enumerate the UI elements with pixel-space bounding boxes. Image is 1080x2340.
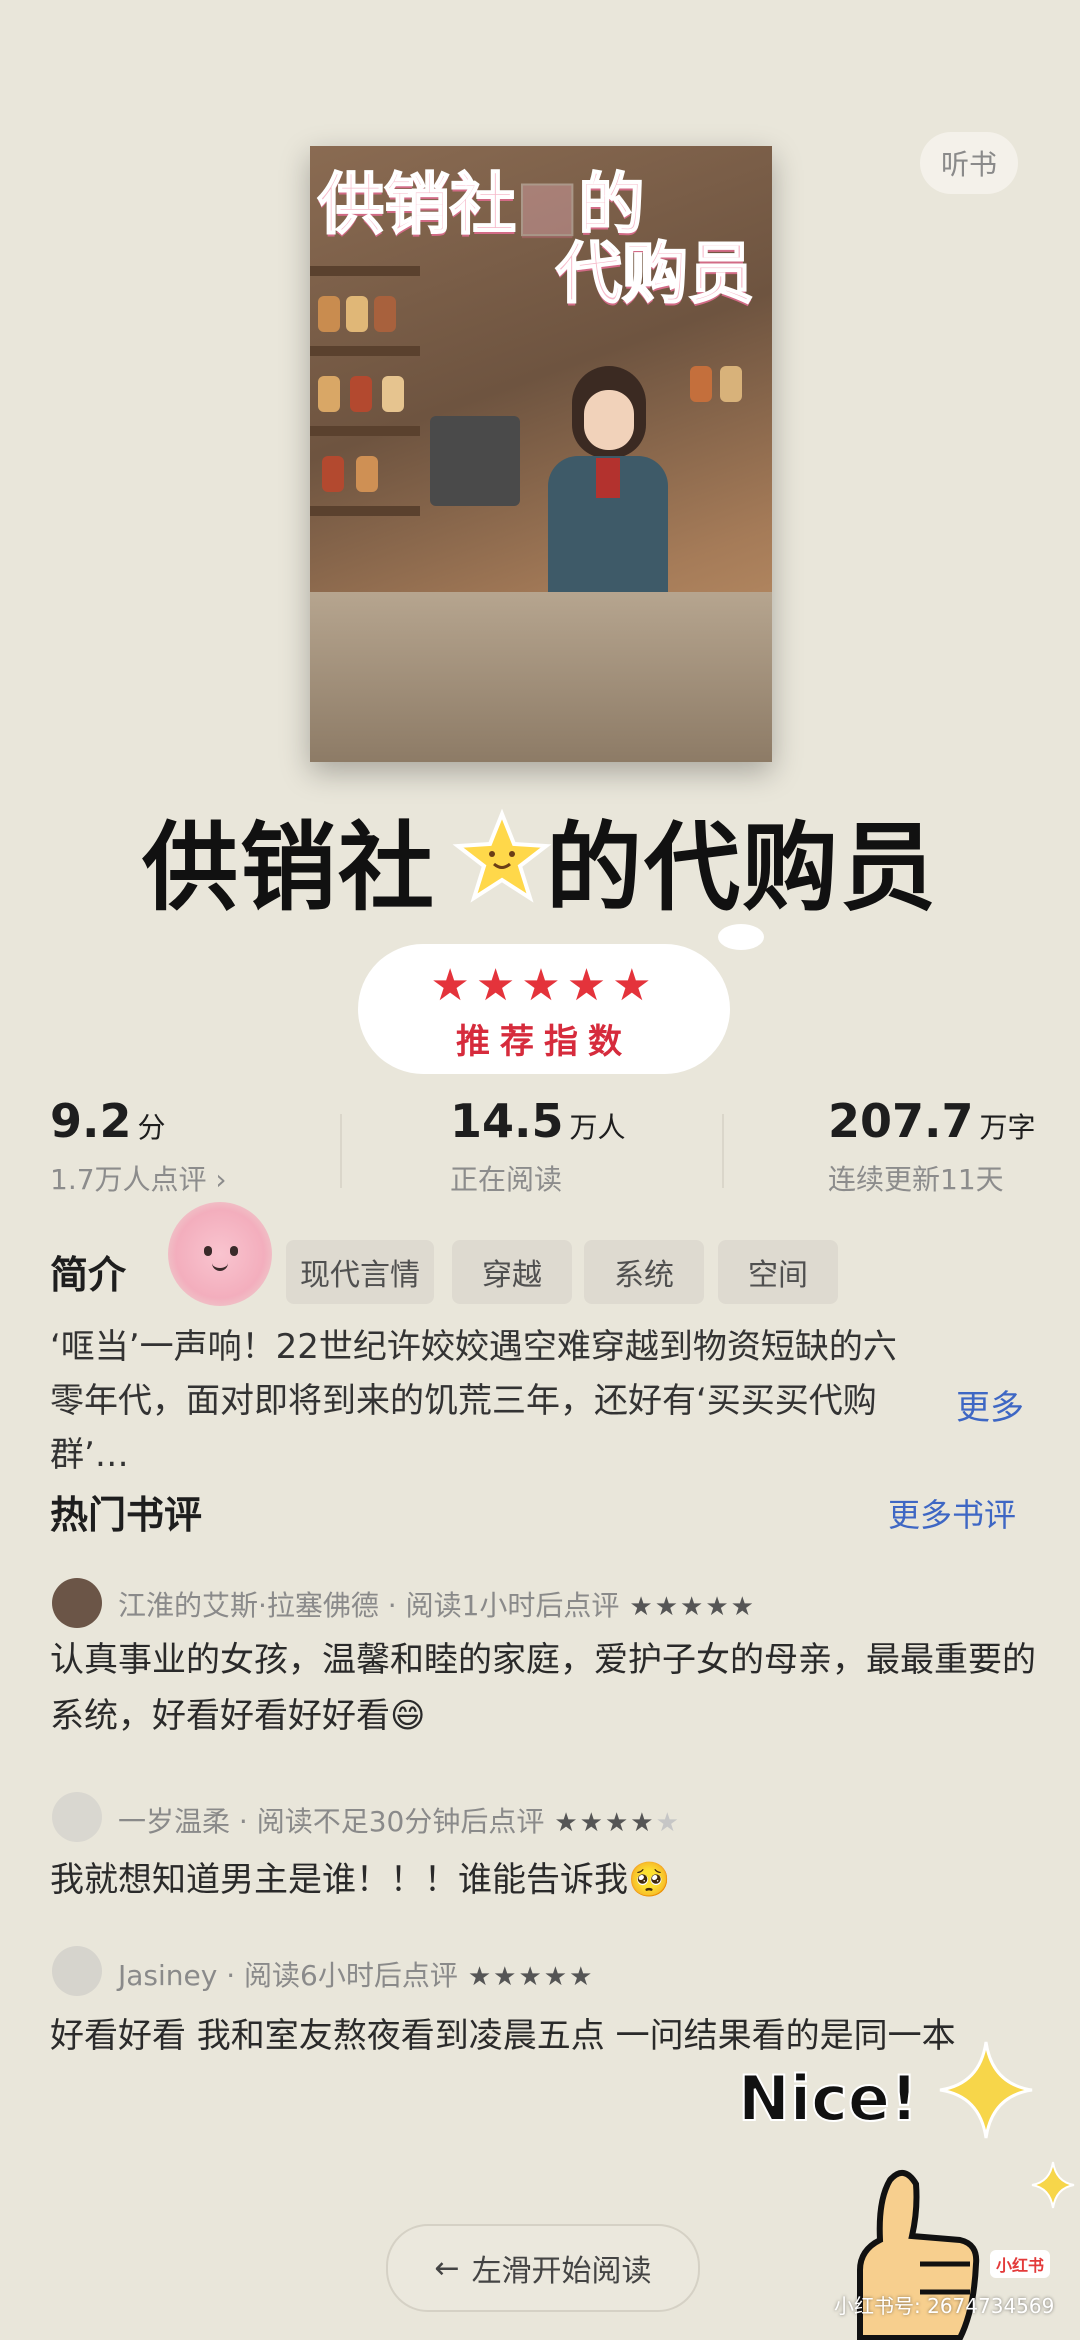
review-text[interactable]: 认真事业的女孩，温馨和睦的家庭，爱护子女的母亲，最最重要的系统，好看好看好好看😄 xyxy=(50,1632,1040,1744)
stat-words: 207.7 万字 连续更新11天 xyxy=(828,1094,1036,1196)
review-meta: 一岁温柔 · 阅读不足30分钟后点评 xyxy=(118,1805,545,1838)
arrow-left-icon: ← xyxy=(434,2250,460,2286)
rating-value: 9.2 xyxy=(50,1094,132,1148)
tag-time-travel[interactable]: 穿越 xyxy=(452,1240,572,1304)
review-header: 江淮的艾斯·拉塞佛德 · 阅读1小时后点评 ★★★★★ xyxy=(118,1584,756,1624)
review-text[interactable]: 好看好看 我和室友熬夜看到凌晨五点 一问结果看的是同一本 xyxy=(50,2008,1040,2064)
blush-face-sticker-icon xyxy=(168,1202,272,1306)
words-value: 207.7 xyxy=(828,1094,974,1148)
start-reading-button[interactable]: ← 左滑开始阅读 xyxy=(386,2224,700,2312)
recommend-label: 推荐指数 xyxy=(456,1022,632,1062)
synopsis-more-link[interactable]: 更多 xyxy=(956,1380,1024,1429)
synopsis-text: ‘哐当’一声响！22世纪许姣姣遇空难穿越到物资短缺的六零年代，面对即将到来的饥荒… xyxy=(50,1327,897,1475)
review-text[interactable]: 我就想知道男主是谁！！！谁能告诉我🥺 xyxy=(50,1852,1040,1908)
tag-space[interactable]: 空间 xyxy=(718,1240,838,1304)
review-meta: 江淮的艾斯·拉塞佛德 · 阅读1小时后点评 xyxy=(118,1589,620,1622)
divider xyxy=(340,1114,342,1188)
watermark: 小红书号: 2674734569 xyxy=(834,2294,1055,2318)
review-stars: ★★★★★ xyxy=(554,1808,681,1838)
recommend-stars: ★★★★★ xyxy=(430,960,658,1011)
review-stars: ★★★★★ xyxy=(467,1962,595,1992)
rating-count-link[interactable]: 1.7万人点评 › xyxy=(50,1158,227,1198)
more-reviews-link[interactable]: 更多书评 xyxy=(888,1490,1016,1536)
recommend-badge: ★★★★★ 推荐指数 xyxy=(364,950,724,1068)
decor-bubble xyxy=(718,924,764,950)
avatar[interactable] xyxy=(52,1578,102,1628)
sparkle-icon xyxy=(1031,2161,1075,2209)
listen-button[interactable]: 听书 xyxy=(920,132,1018,194)
review-meta: Jasiney · 阅读6小时后点评 xyxy=(118,1959,458,1992)
avatar[interactable] xyxy=(52,1946,102,1996)
book-cover[interactable]: 供销社■的 代购员 xyxy=(310,146,772,762)
review-header: Jasiney · 阅读6小时后点评 ★★★★★ xyxy=(118,1954,594,1994)
nice-sticker: Nice! xyxy=(737,2061,919,2136)
stat-rating[interactable]: 9.2 分 1.7万人点评 › xyxy=(50,1094,227,1198)
intro-title: 简介 xyxy=(50,1253,127,1297)
avatar[interactable] xyxy=(52,1792,102,1842)
review-stars: ★★★★★ xyxy=(629,1592,756,1622)
reviews-title: 热门书评 xyxy=(50,1493,203,1537)
xiaohongshu-logo: 小红书 xyxy=(990,2250,1050,2278)
star-sticker-icon xyxy=(452,808,552,903)
reading-value: 14.5 xyxy=(450,1094,564,1148)
divider xyxy=(722,1114,724,1188)
tag-system[interactable]: 系统 xyxy=(584,1240,704,1304)
sparkle-icon xyxy=(939,2041,1033,2139)
tag-modern-romance[interactable]: 现代言情 xyxy=(286,1240,434,1304)
stat-reading: 14.5 万人 正在阅读 xyxy=(450,1094,626,1196)
cover-title: 供销社■的 代购员 xyxy=(317,165,755,313)
review-header: 一岁温柔 · 阅读不足30分钟后点评 ★★★★★ xyxy=(118,1800,681,1840)
